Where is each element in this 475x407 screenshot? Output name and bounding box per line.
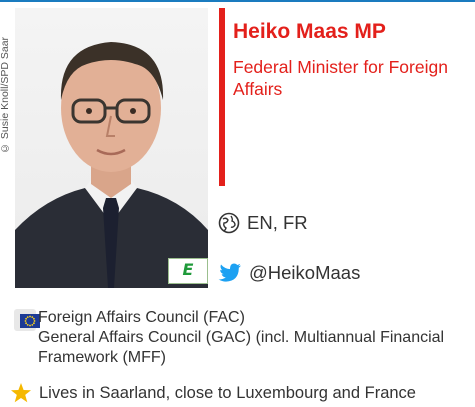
- committee-list: Foreign Affairs Council (FAC) General Af…: [38, 308, 475, 368]
- eu-flag-icon: [20, 314, 40, 328]
- twitter-handle[interactable]: @HeikoMaas: [249, 262, 360, 284]
- person-role: Federal Minister for Foreign Affairs: [233, 57, 448, 99]
- residence-row: Lives in Saarland, close to Luxembourg a…: [10, 382, 416, 404]
- twitter-bird-icon: [218, 263, 241, 282]
- ep-logo-badge: E: [168, 258, 208, 284]
- portrait-photo: [15, 8, 208, 288]
- portrait-illustration: [15, 42, 208, 288]
- photo-credit: © Susie Knoll/SPD Saar: [0, 36, 11, 154]
- languages-text: EN, FR: [247, 212, 308, 233]
- residence-text: Lives in Saarland, close to Luxembourg a…: [39, 383, 416, 402]
- top-rule: [0, 0, 475, 2]
- globe-icon: [218, 212, 240, 234]
- accent-bar: [219, 8, 225, 186]
- committee-item: Foreign Affairs Council (FAC): [38, 309, 245, 326]
- committee-item: General Affairs Council (GAC) (incl. Mul…: [38, 329, 445, 366]
- twitter-row[interactable]: @HeikoMaas: [218, 262, 360, 284]
- person-name: Heiko Maas MP: [233, 20, 386, 43]
- star-icon: [11, 383, 31, 403]
- languages-row: EN, FR: [218, 212, 308, 234]
